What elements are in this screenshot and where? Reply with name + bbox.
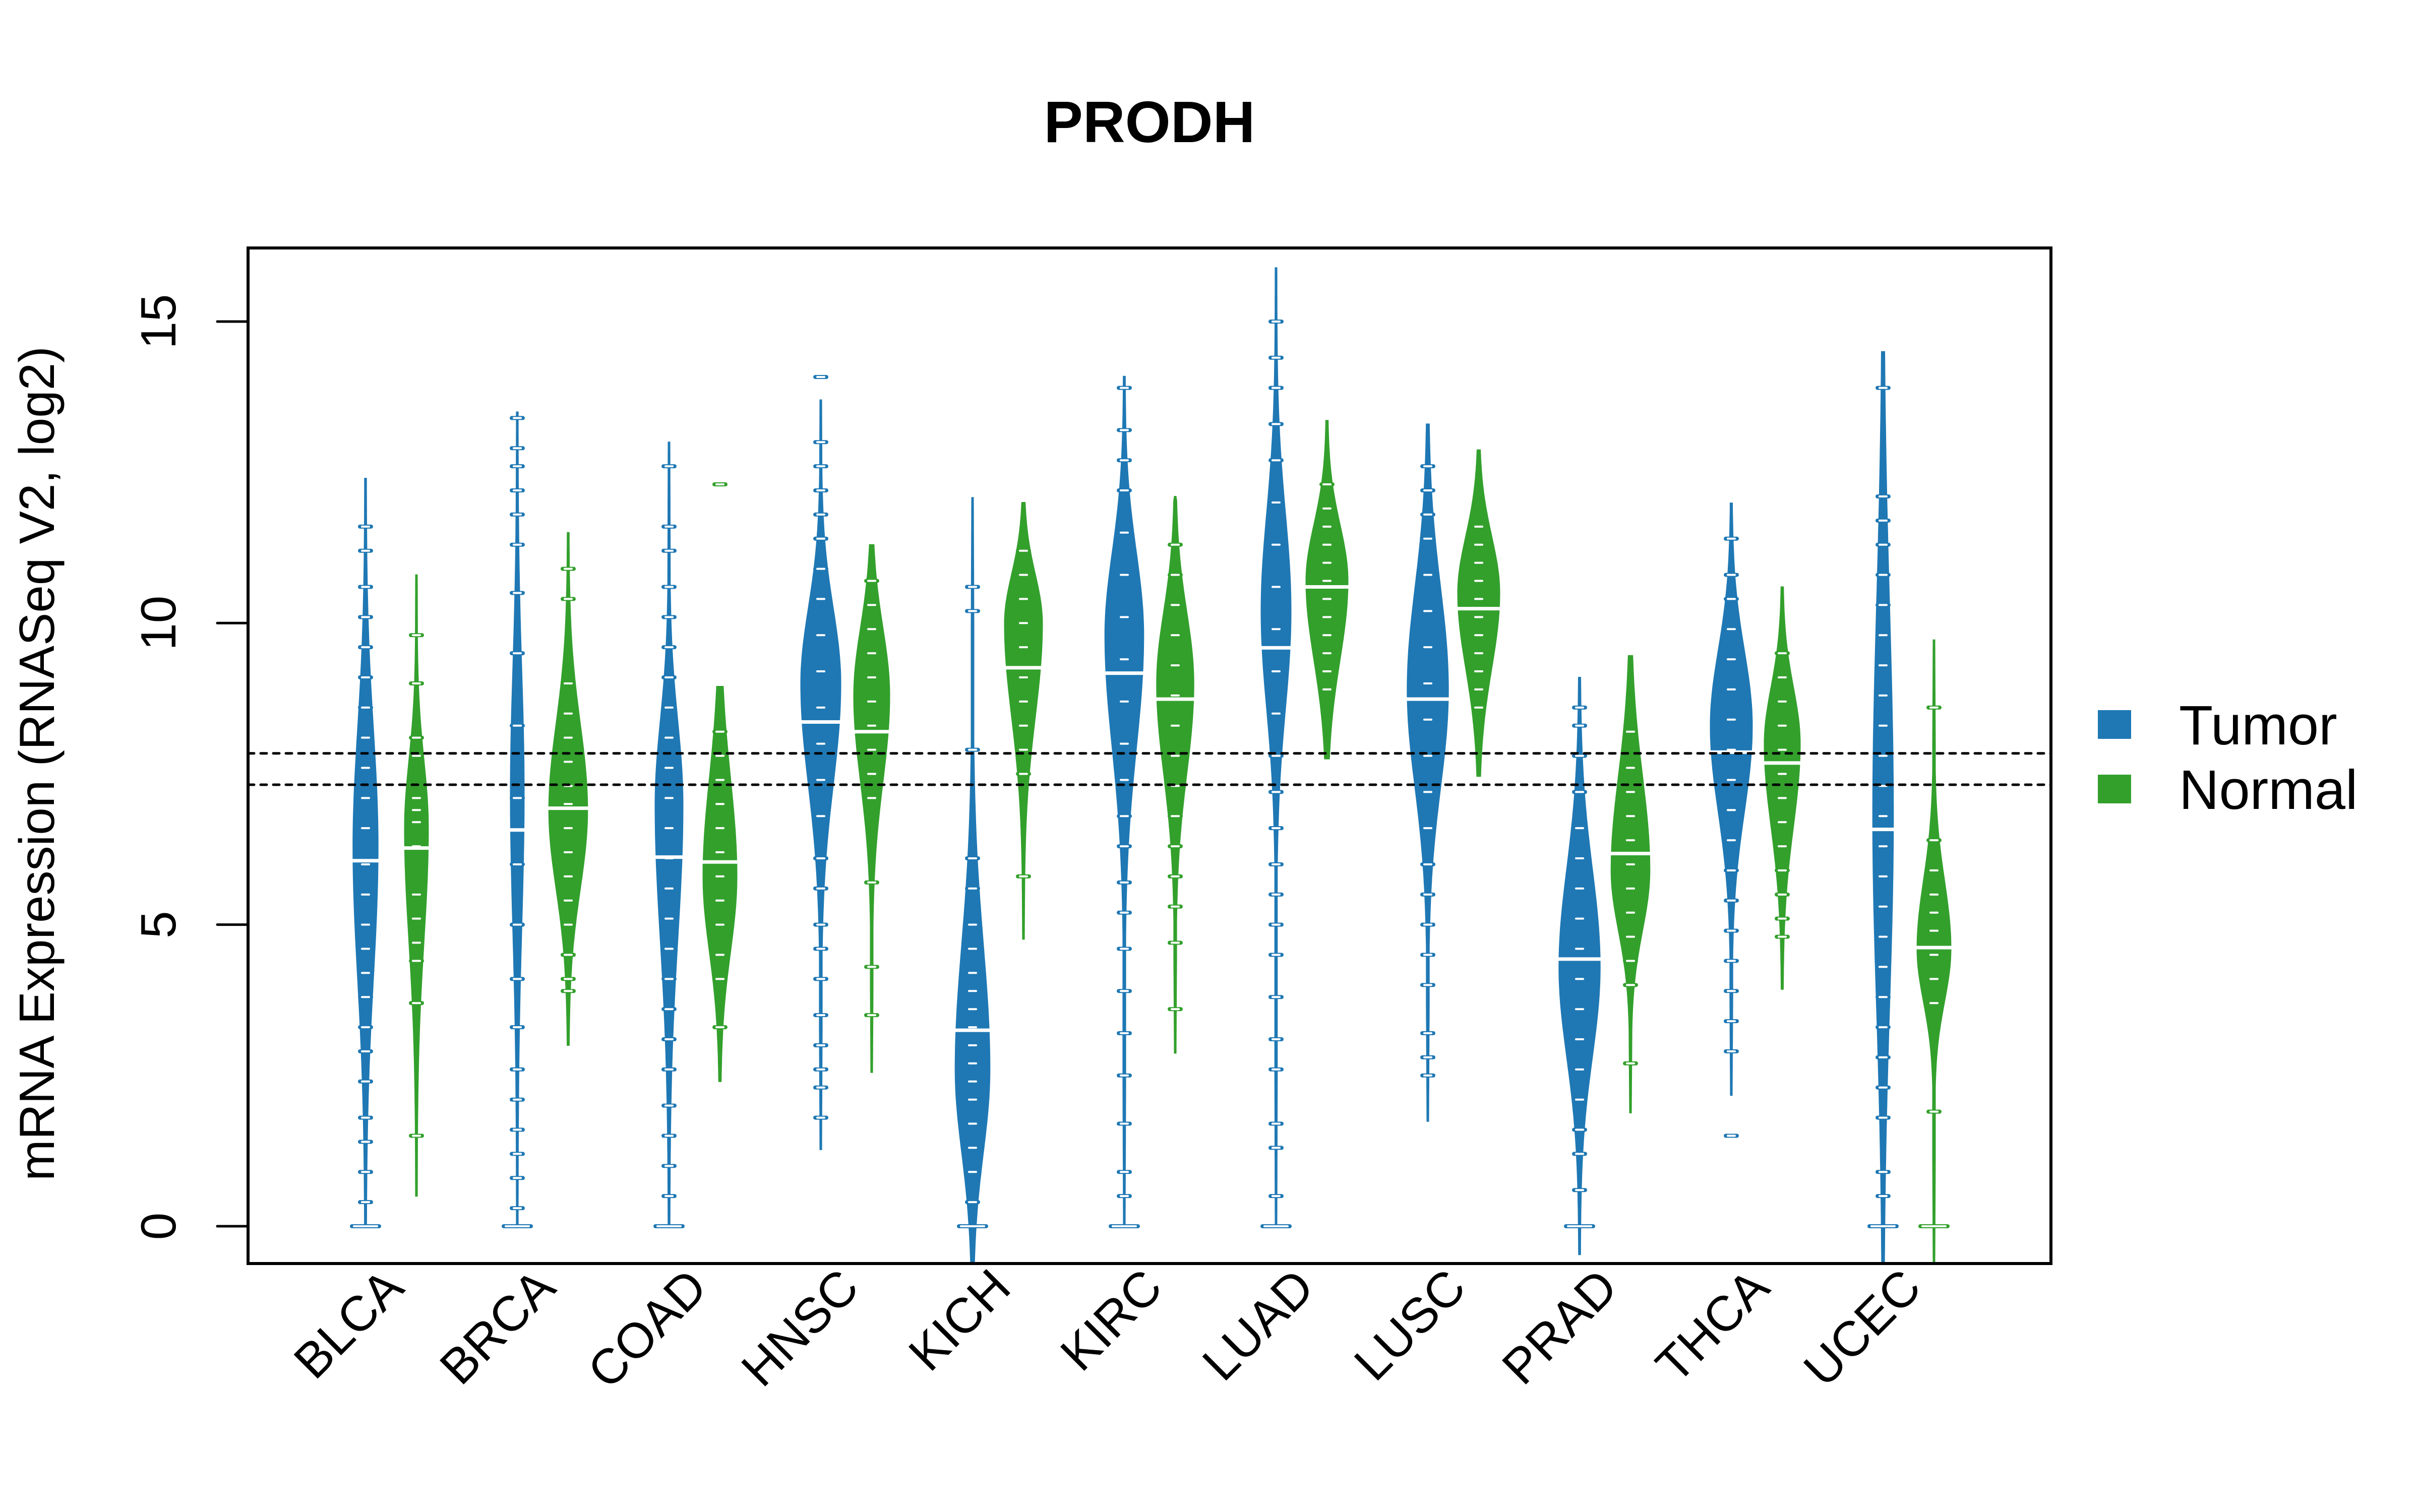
bean-tumor-kich [954,497,991,1264]
y-tick-label: 15 [131,294,186,349]
bean-normal-blca [403,574,430,1197]
y-tick-label: 10 [131,596,186,651]
legend-swatch-normal [2098,775,2131,803]
x-category-label: UCEC [1793,1258,1931,1397]
legend-swatch-tumor [2098,710,2131,739]
bean-density [1156,496,1194,1054]
bean-tumor-thca [1710,502,1753,1138]
x-category-label: THCA [1645,1258,1780,1393]
x-category-label: BLCA [283,1258,414,1389]
y-axis-label: mRNA Expression (RNASeq V2, log2) [9,346,65,1181]
bean-density [702,686,738,1082]
x-axis: BLCA BRCA COAD HNSC KICH KIRC LUAD LUSC PRAD THCA… [283,1258,1931,1399]
x-category-label: KIRC [1050,1258,1172,1381]
y-tick-label: 0 [131,1213,186,1240]
bean-density [853,544,890,1073]
legend: Tumor Normal [2098,695,2358,821]
bean-density [800,399,841,1150]
y-axis: 0 5 10 15 [131,294,250,1240]
bean-tumor-coad [653,442,685,1228]
bean-tumor-ucec [1867,351,1899,1264]
bean-normal-kich [1004,502,1043,940]
bean-density [1104,375,1144,1227]
bean-density [510,411,525,1227]
bean-normal-coad [702,482,738,1082]
bean-normal-thca [1763,586,1801,990]
bean-density [352,478,379,1227]
bean-tumor-luad [1260,267,1292,1228]
x-category-label: LUAD [1192,1258,1324,1391]
x-category-label: BRCA [429,1258,566,1395]
x-category-label: PRAD [1491,1258,1627,1395]
bean-density [404,574,429,1197]
x-category-label: HNSC [731,1258,869,1397]
y-tick-label: 5 [131,911,186,938]
x-category-label: LUSC [1344,1258,1476,1391]
bean-tumor-brca [502,411,533,1228]
bean-tumor-hnsc [800,375,841,1150]
bean-normal-brca [548,532,589,1046]
bean-normal-hnsc [853,544,890,1073]
bean-normal-ucec [1916,639,1952,1264]
bean-density [1457,449,1500,777]
bean-density [1260,267,1292,1227]
bean-tumor-lusc [1406,423,1450,1122]
bean-density [1305,420,1349,760]
x-category-label: COAD [577,1258,717,1399]
bean-density [1004,502,1043,940]
bean-density [1872,351,1894,1264]
legend-label-tumor: Tumor [2179,695,2337,757]
bean-normal-prad [1610,655,1651,1113]
bean-tumor-prad [1557,677,1602,1255]
bean-tumor-kirc [1104,375,1144,1228]
bean-density [654,442,684,1227]
bean-tumor-blca [350,478,381,1228]
legend-label-normal: Normal [2179,759,2358,821]
bean-normal-luad [1305,420,1349,760]
bean-density [1558,677,1601,1255]
bean-normal-lusc [1457,449,1501,777]
bean-density [1916,639,1952,1264]
bean-density [1710,502,1753,1096]
bean-density [1610,655,1651,1113]
bean-density [1764,586,1801,990]
x-category-label: KICH [898,1258,1020,1381]
beans-layer [350,267,1952,1264]
bean-density [1407,423,1449,1122]
bean-density [548,532,588,1046]
chart: PRODH 0 5 10 15 mRNA Expression (RNASeq V2,… [9,89,2358,1399]
bean-normal-kirc [1156,496,1195,1054]
chart-title: PRODH [1044,89,1255,155]
